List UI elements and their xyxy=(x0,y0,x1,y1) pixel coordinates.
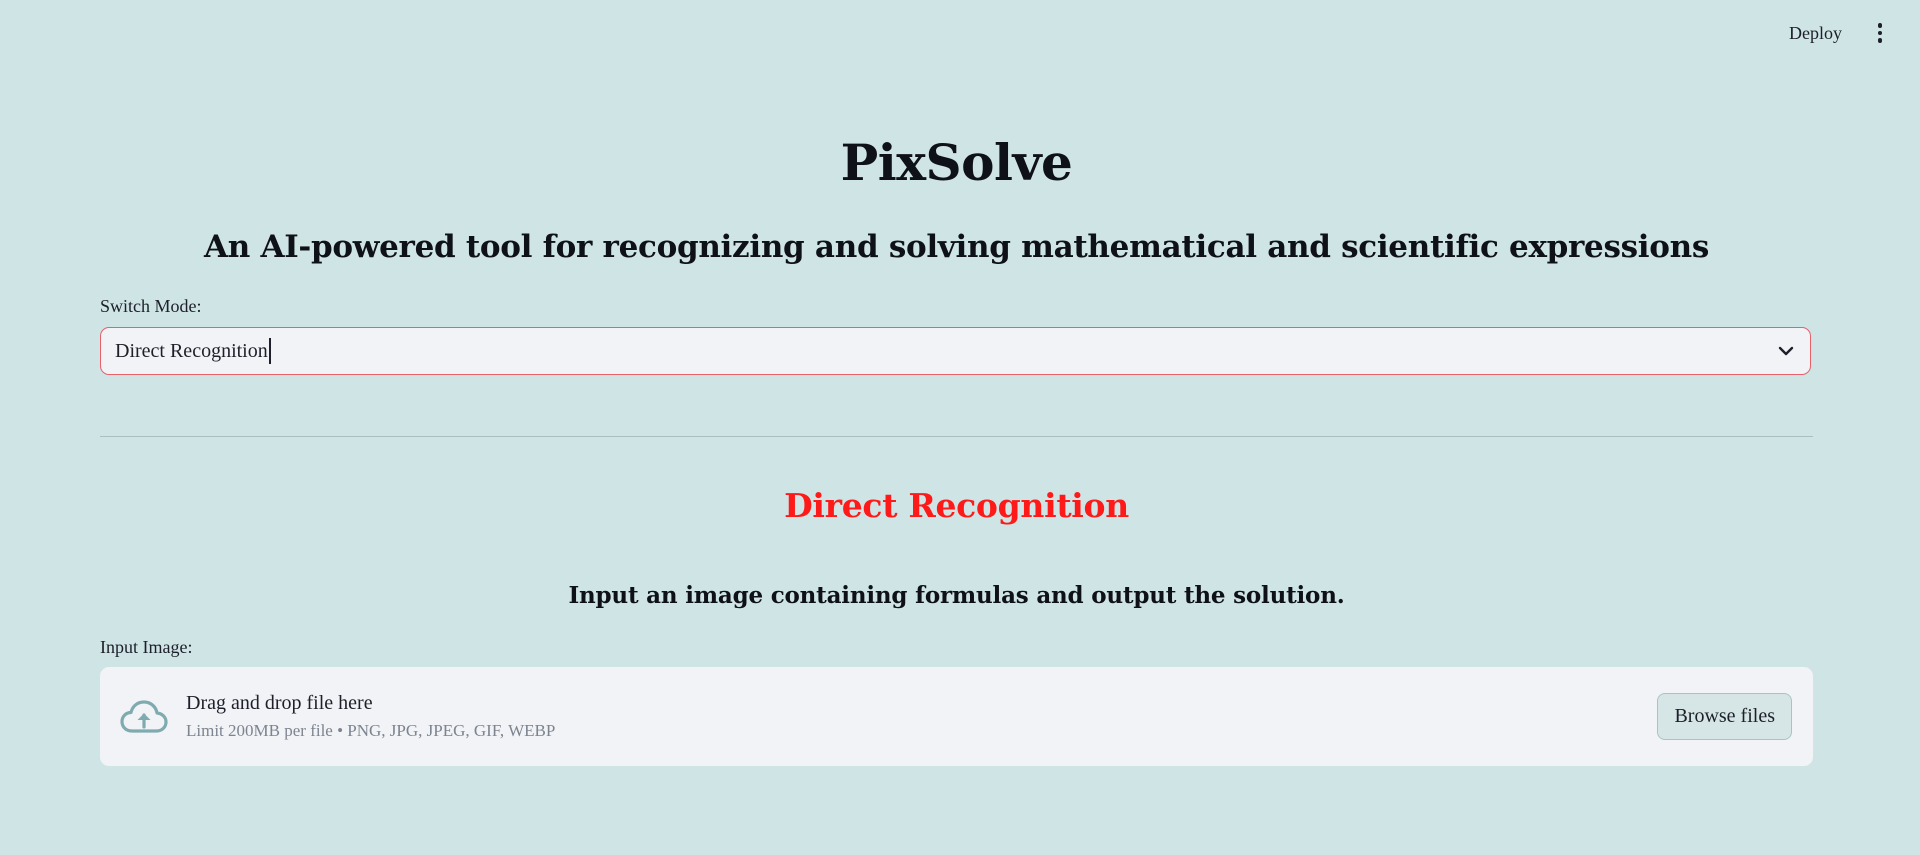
mode-select-label: Switch Mode: xyxy=(100,296,202,316)
section-description: Input an image containing formulas and o… xyxy=(568,582,1345,609)
section-title: Direct Recognition xyxy=(784,486,1129,525)
chevron-down-icon xyxy=(1776,341,1796,361)
kebab-menu-icon[interactable] xyxy=(1870,18,1890,48)
deploy-button[interactable]: Deploy xyxy=(1783,19,1848,48)
cloud-upload-icon xyxy=(120,693,168,741)
file-dropzone[interactable]: Drag and drop file here Limit 200MB per … xyxy=(100,667,1813,766)
upload-text-group: Drag and drop file here Limit 200MB per … xyxy=(186,692,555,741)
page-subtitle: An AI-powered tool for recognizing and s… xyxy=(203,229,1710,265)
mode-select-value: Direct Recognition xyxy=(115,338,271,364)
section-divider xyxy=(100,436,1813,437)
browse-files-button[interactable]: Browse files xyxy=(1657,693,1792,740)
toolbar: Deploy xyxy=(1783,18,1890,48)
upload-label: Input Image: xyxy=(100,637,193,657)
drop-instruction: Drag and drop file here xyxy=(186,692,373,714)
page-title: PixSolve xyxy=(840,133,1073,192)
mode-select[interactable]: Direct Recognition xyxy=(100,327,1811,375)
upload-limit-text: Limit 200MB per file • PNG, JPG, JPEG, G… xyxy=(186,721,556,740)
app-root: Deploy PixSolve An AI-powered tool for r… xyxy=(0,0,1920,855)
